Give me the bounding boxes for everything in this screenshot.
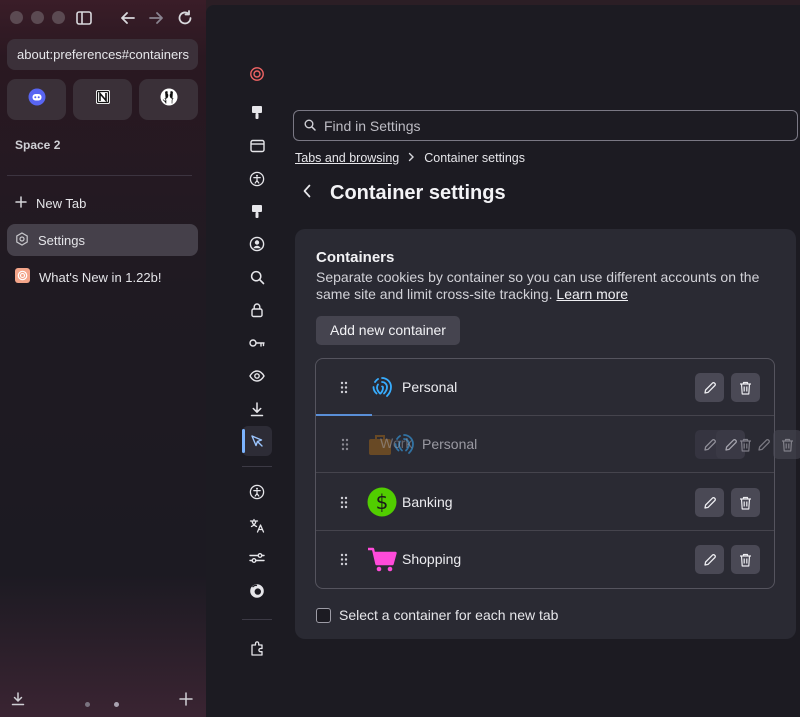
theme-brush-icon[interactable]: [242, 197, 272, 227]
containers-list: Personal Personal $ Banking Shopping: [315, 358, 775, 589]
pinned-tab-github[interactable]: [139, 79, 198, 120]
edit-pencil-icon[interactable]: [695, 488, 724, 517]
gear-icon: [15, 231, 29, 249]
zen-logo-icon[interactable]: [242, 59, 272, 89]
drag-handle-icon[interactable]: [340, 496, 348, 514]
container-name: Shopping: [402, 551, 462, 567]
firefox-icon[interactable]: [242, 576, 272, 606]
tab-whats-new[interactable]: What's New in 1.22b!: [7, 261, 198, 293]
pointer-cursor-icon[interactable]: [242, 426, 272, 456]
container-name: Banking: [402, 494, 453, 510]
sliders-icon[interactable]: [242, 543, 272, 573]
zoom-window-button[interactable]: [52, 11, 65, 24]
fingerprint-icon: [366, 371, 398, 403]
sidebar-divider: [7, 175, 192, 176]
window-tabs-icon[interactable]: [242, 131, 272, 161]
rail-divider: [242, 466, 272, 467]
extensions-puzzle-icon[interactable]: [242, 633, 272, 663]
pinned-tab-notion[interactable]: [73, 79, 132, 120]
pinned-tab-discord[interactable]: [7, 79, 66, 120]
section-title: Containers: [316, 249, 395, 266]
eye-icon[interactable]: [242, 361, 272, 391]
delete-trash-icon[interactable]: [731, 430, 760, 459]
search-icon[interactable]: [242, 262, 272, 292]
delete-trash-icon[interactable]: [731, 373, 760, 402]
window-controls: [10, 11, 65, 24]
space-name: Space 2: [15, 138, 61, 152]
pinned-tabs: [7, 79, 198, 120]
container-name: Personal: [422, 436, 478, 452]
translate-icon[interactable]: [242, 510, 272, 540]
tab-settings[interactable]: Settings: [7, 224, 198, 256]
download-icon[interactable]: [242, 394, 272, 424]
tab-label: Settings: [38, 232, 85, 248]
breadcrumb-current: Container settings: [424, 151, 525, 165]
breadcrumb-link-tabs-and-browsing[interactable]: Tabs and browsing: [295, 151, 399, 165]
lock-icon[interactable]: [242, 295, 272, 325]
account-icon[interactable]: [242, 229, 272, 259]
rail-divider: [242, 619, 272, 620]
plus-icon: [15, 195, 27, 211]
chevron-right-icon: [408, 151, 415, 165]
learn-more-link[interactable]: Learn more: [556, 286, 628, 302]
container-row-shopping: Shopping: [316, 531, 774, 588]
accessibility-icon[interactable]: [242, 477, 272, 507]
section-description: Separate cookies by container so you can…: [316, 269, 786, 303]
page-header: Container settings: [302, 182, 506, 205]
breadcrumb: Tabs and browsing Container settings: [295, 151, 525, 165]
drag-handle-icon[interactable]: [340, 381, 348, 399]
drag-handle-icon[interactable]: [341, 438, 349, 456]
checkbox-label: Select a container for each new tab: [339, 607, 559, 623]
tab-label: New Tab: [36, 195, 87, 211]
settings-page: Find in Settings Tabs and browsing Conta…: [206, 5, 800, 717]
svg-text:$: $: [376, 490, 389, 514]
dragged-container-ghost-label: Work: [380, 435, 413, 451]
forward-arrow-icon[interactable]: [146, 8, 166, 28]
back-chevron-icon[interactable]: [302, 184, 312, 203]
zen-logo-icon: [15, 268, 30, 286]
notion-icon: [94, 88, 112, 111]
space-indicator-dot[interactable]: [85, 702, 90, 707]
browser-sidebar: about:preferences#containers Space 2 New…: [0, 0, 206, 717]
select-container-checkbox[interactable]: [316, 607, 331, 623]
add-new-container-button[interactable]: Add new container: [316, 316, 460, 345]
page-title: Container settings: [330, 182, 506, 204]
search-icon: [304, 118, 316, 134]
sidebar-toggle-icon[interactable]: [74, 8, 94, 28]
minimize-window-button[interactable]: [31, 11, 44, 24]
github-icon: [160, 88, 178, 111]
edit-pencil-icon[interactable]: [695, 373, 724, 402]
url-bar[interactable]: about:preferences#containers: [7, 39, 198, 70]
add-space-icon[interactable]: [179, 692, 193, 711]
new-tab-container-option[interactable]: Select a container for each new tab: [316, 607, 558, 623]
delete-trash-icon: [773, 430, 800, 459]
appearance-brush-icon[interactable]: [242, 98, 272, 128]
dollar-icon: $: [366, 486, 398, 518]
search-placeholder: Find in Settings: [324, 117, 421, 134]
delete-trash-icon[interactable]: [731, 545, 760, 574]
container-name: Personal: [402, 379, 458, 395]
close-window-button[interactable]: [10, 11, 23, 24]
description-text: Separate cookies by container so you can…: [316, 269, 760, 302]
tab-label: What's New in 1.22b!: [39, 269, 162, 285]
settings-search-input[interactable]: Find in Settings: [293, 110, 798, 141]
edit-pencil-icon[interactable]: [695, 545, 724, 574]
delete-trash-icon[interactable]: [731, 488, 760, 517]
discord-icon: [28, 88, 46, 111]
drag-handle-icon[interactable]: [340, 553, 348, 571]
reload-icon[interactable]: [175, 8, 195, 28]
cart-icon: [366, 543, 398, 575]
key-icon[interactable]: [242, 328, 272, 358]
container-row-personal: Personal: [316, 359, 774, 416]
accessibility-icon[interactable]: [242, 164, 272, 194]
containers-section: Containers Separate cookies by container…: [295, 229, 800, 639]
container-row-banking: $ Banking: [316, 474, 774, 531]
back-arrow-icon[interactable]: [118, 8, 138, 28]
space-indicator-dot[interactable]: [114, 702, 119, 707]
downloads-icon[interactable]: [11, 692, 25, 711]
new-tab-button[interactable]: New Tab: [7, 187, 198, 219]
